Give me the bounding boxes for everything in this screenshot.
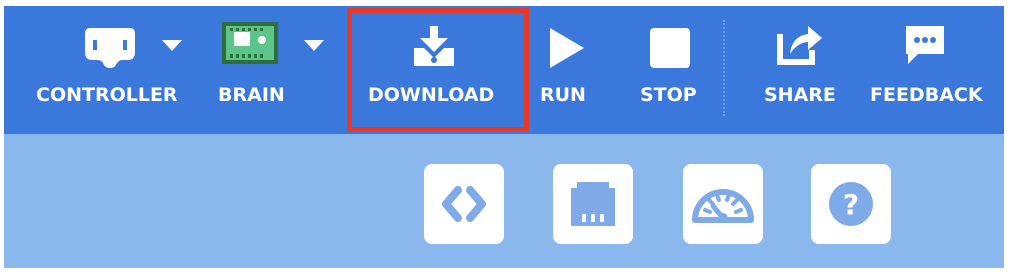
controller-icon (85, 28, 135, 68)
help-icon: ? (829, 182, 873, 226)
download-highlight-box (347, 8, 529, 132)
run-button[interactable]: RUN (540, 0, 600, 128)
controller-dropdown-icon[interactable] (162, 40, 182, 51)
stop-label: STOP (640, 84, 697, 106)
controller-label: CONTROLLER (36, 84, 178, 106)
brain-icon (222, 22, 278, 64)
stop-button[interactable]: STOP (640, 0, 710, 128)
toolbar-divider (723, 20, 725, 116)
gauge-icon (692, 189, 754, 223)
run-label: RUN (540, 84, 586, 106)
help-symbol: ? (843, 188, 859, 221)
feedback-icon (906, 26, 944, 64)
port-icon (571, 182, 615, 226)
brain-label: BRAIN (218, 84, 285, 106)
play-icon (550, 28, 584, 68)
code-brackets-icon (442, 186, 486, 222)
share-label: SHARE (764, 84, 836, 106)
help-button[interactable]: ? (811, 164, 891, 244)
stop-icon (650, 28, 690, 68)
brain-button[interactable]: BRAIN (216, 0, 336, 128)
code-view-button[interactable] (424, 164, 504, 244)
share-icon (777, 26, 822, 65)
dashboard-button[interactable] (683, 164, 763, 244)
share-button[interactable]: SHARE (764, 0, 844, 128)
devices-button[interactable] (553, 164, 633, 244)
controller-button[interactable]: CONTROLLER (36, 0, 196, 128)
feedback-label: FEEDBACK (870, 84, 983, 106)
feedback-button[interactable]: FEEDBACK (868, 0, 993, 128)
brain-dropdown-icon[interactable] (304, 40, 324, 51)
